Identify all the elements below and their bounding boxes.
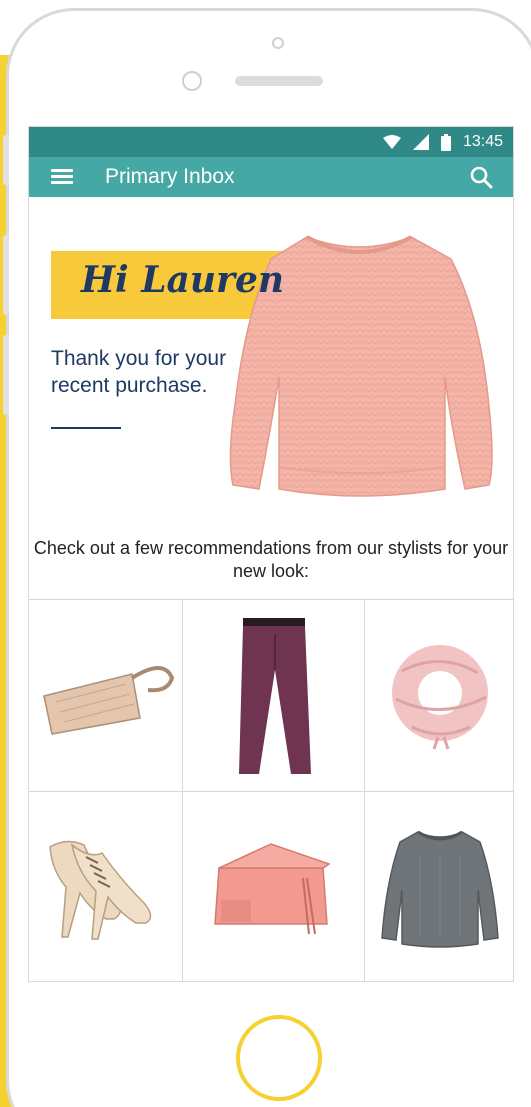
recommendations-title: Check out a few recommendations from our…	[33, 538, 509, 581]
app-title: Primary Inbox	[105, 165, 235, 188]
product-card-heels[interactable]	[29, 792, 183, 981]
volume-down-button	[3, 235, 9, 315]
signal-icon	[412, 134, 429, 150]
status-time: 13:45	[462, 133, 503, 150]
proximity-sensor	[182, 71, 202, 91]
volume-up-button	[3, 135, 9, 185]
quilted-wallet-image	[42, 665, 174, 735]
app-bar: Primary Inbox	[29, 157, 513, 197]
product-card-sweater[interactable]	[365, 792, 513, 981]
cream-lace-up-heels-image	[48, 840, 151, 940]
search-icon[interactable]	[469, 165, 493, 189]
home-button[interactable]	[236, 1015, 322, 1101]
side-button	[3, 335, 9, 415]
product-card-trousers[interactable]	[183, 600, 365, 792]
greeting-heading: Hi Lauren	[81, 259, 285, 301]
grey-sweater-image	[381, 830, 499, 948]
phone-screen: 13:45 Primary Inbox Hi Lauren Thank you …	[28, 126, 514, 982]
menu-icon[interactable]	[51, 169, 73, 185]
product-card-scarf[interactable]	[365, 600, 513, 792]
product-card-wallet[interactable]	[29, 600, 183, 792]
product-card-clutch[interactable]	[183, 792, 365, 981]
pink-knit-scarf-image	[392, 644, 488, 749]
battery-icon	[440, 133, 451, 151]
recommendations-grid	[29, 599, 513, 981]
coral-clutch-bag-image	[213, 842, 331, 934]
front-camera	[272, 37, 284, 49]
wifi-icon	[382, 135, 401, 149]
hero-divider	[51, 427, 121, 429]
earpiece-speaker	[235, 76, 323, 86]
plum-trousers-image	[238, 617, 311, 774]
status-bar: 13:45	[29, 127, 513, 157]
